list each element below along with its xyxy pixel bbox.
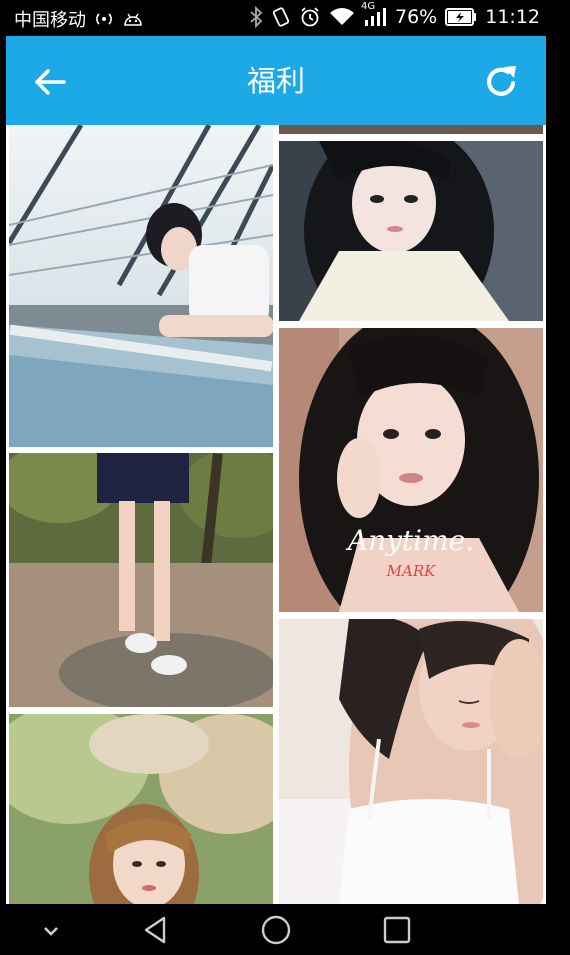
- photo-tile[interactable]: [9, 453, 273, 707]
- photo-tile[interactable]: Anytime. MARK: [279, 328, 543, 612]
- network-type-label: 4G: [361, 1, 376, 12]
- alarm-icon: [301, 7, 319, 27]
- photo-grid[interactable]: Anytime. MARK: [6, 125, 546, 904]
- app-window: 福利 Anytime. MARK: [6, 36, 546, 904]
- photo-tile[interactable]: [279, 141, 543, 321]
- home-circle-icon[interactable]: [256, 912, 296, 948]
- chevron-down-icon[interactable]: [31, 912, 71, 948]
- carrier-label: 中国移动: [14, 10, 86, 31]
- photo-tile[interactable]: [279, 125, 543, 134]
- clock: 11:12: [485, 6, 540, 28]
- recents-square-icon[interactable]: [376, 912, 416, 948]
- navigation-bar: [0, 904, 570, 955]
- battery-icon: [445, 8, 477, 26]
- bluetooth-icon: [250, 6, 263, 28]
- battery-percent: 76%: [395, 6, 438, 28]
- watermark-script: Anytime.: [347, 524, 475, 557]
- android-icon: [124, 13, 142, 26]
- hotspot-icon: [96, 13, 112, 25]
- refresh-icon[interactable]: [482, 62, 522, 102]
- page-title: 福利: [246, 64, 305, 98]
- status-right: 4G 76% 11:12: [249, 1, 540, 28]
- photo-tile[interactable]: [279, 619, 543, 904]
- watermark-brand: MARK: [386, 562, 436, 580]
- wifi-icon: [330, 8, 354, 25]
- vibrate-icon: [272, 7, 290, 27]
- status-left: 中国移动: [14, 6, 144, 32]
- photo-tile[interactable]: [9, 714, 273, 904]
- back-triangle-icon[interactable]: [136, 912, 176, 948]
- toolbar: 福利: [6, 36, 546, 125]
- photo-tile[interactable]: [9, 125, 273, 447]
- status-bar: 中国移动 4G 76% 11:12: [0, 0, 570, 36]
